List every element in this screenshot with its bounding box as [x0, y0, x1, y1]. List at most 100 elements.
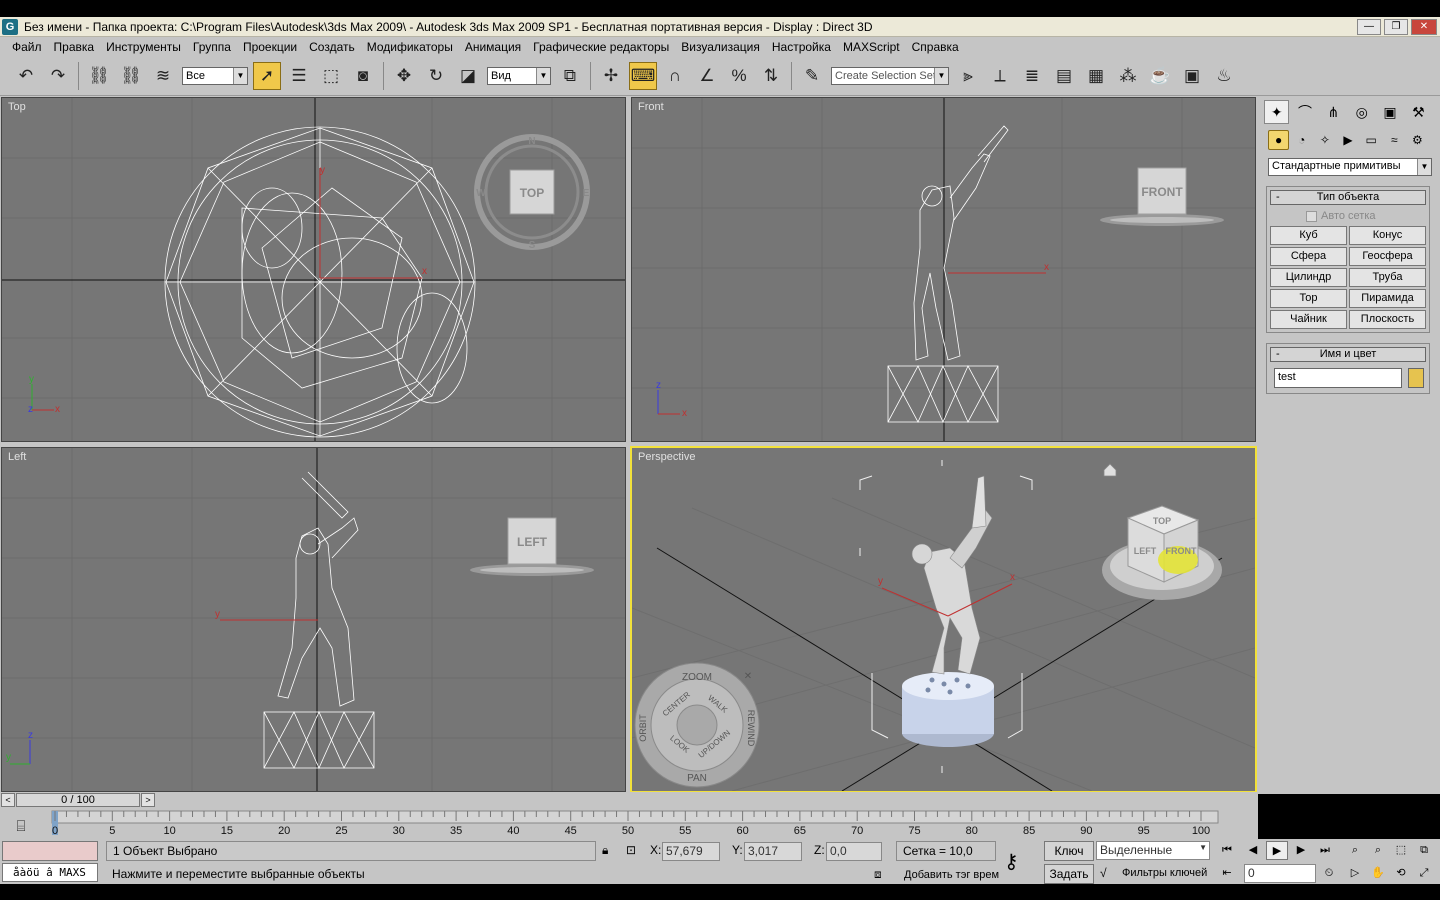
auto-key-button[interactable]: Ключ	[1044, 841, 1094, 861]
key-filters-button[interactable]: Фильтры ключей	[1122, 867, 1207, 879]
schematic-view-icon[interactable]: ▦	[1082, 62, 1110, 90]
undo-icon[interactable]: ↶	[12, 62, 40, 90]
viewport-left[interactable]: Left y z y LEFT	[1, 447, 626, 792]
minimize-button[interactable]: —	[1357, 18, 1381, 35]
rendered-frame-window-icon[interactable]: ▣	[1178, 62, 1206, 90]
modify-tab-icon[interactable]: ⌒	[1292, 100, 1317, 124]
keyboard-shortcut-toggle-icon[interactable]: ⌨	[629, 61, 657, 90]
x-coord-field[interactable]: 57,679	[662, 842, 720, 861]
pyramid-button[interactable]: Пирамида	[1349, 289, 1426, 308]
viewport-label[interactable]: Top	[8, 101, 26, 113]
absolute-mode-icon[interactable]: ⊡	[626, 843, 636, 857]
material-editor-icon[interactable]: ⁂	[1114, 62, 1142, 90]
go-to-end-icon[interactable]: ⏭	[1314, 841, 1336, 860]
menu-help[interactable]: Справка	[906, 40, 965, 54]
mirror-icon[interactable]: ⫸	[954, 62, 982, 90]
shapes-icon[interactable]: ◔	[1291, 130, 1312, 150]
sphere-button[interactable]: Сфера	[1270, 247, 1347, 266]
snaps-toggle-icon[interactable]: ∩	[661, 62, 689, 90]
time-tag-icon[interactable]: ⧈	[874, 867, 882, 882]
key-filters-icon[interactable]: √	[1100, 866, 1107, 880]
select-and-move-icon[interactable]: ✥	[390, 62, 418, 90]
align-icon[interactable]: ⟂	[986, 62, 1014, 90]
viewport-label[interactable]: Front	[638, 101, 664, 113]
window-crossing-icon[interactable]: ◙	[349, 62, 377, 90]
motion-tab-icon[interactable]: ◎	[1349, 100, 1374, 124]
spinner-snap-icon[interactable]: ⇅	[757, 62, 785, 90]
maximize-viewport-icon[interactable]: ⤢	[1413, 864, 1435, 883]
close-button[interactable]: ✕	[1411, 18, 1437, 35]
cylinder-button[interactable]: Цилиндр	[1270, 268, 1347, 287]
menu-customize[interactable]: Настройка	[766, 40, 837, 54]
current-frame-field[interactable]: 0	[1244, 864, 1316, 883]
lock-selection-icon[interactable]: 🔒︎	[602, 843, 608, 858]
zoom-icon[interactable]: ⌕	[1344, 841, 1366, 860]
menu-tools[interactable]: Инструменты	[100, 40, 187, 54]
perspective-viewcube[interactable]: TOP LEFT FRONT	[1102, 505, 1222, 600]
tube-button[interactable]: Труба	[1349, 268, 1426, 287]
z-coord-field[interactable]: 0,0	[826, 842, 882, 861]
helpers-icon[interactable]: ▭	[1361, 130, 1382, 150]
selection-filter-dropdown[interactable]: Все ▼	[182, 66, 248, 85]
menu-modifiers[interactable]: Модификаторы	[361, 40, 459, 54]
viewport-top[interactable]: Top y x y x z TOP N S W E	[1, 97, 626, 442]
systems-icon[interactable]: ⚙	[1407, 130, 1428, 150]
play-icon[interactable]: ▶	[1266, 841, 1288, 860]
time-config-icon[interactable]: ⏲	[1318, 864, 1340, 883]
box-button[interactable]: Куб	[1270, 226, 1347, 245]
select-and-link-icon[interactable]: ⛓	[85, 62, 113, 90]
geometry-icon[interactable]: ●	[1268, 130, 1290, 150]
front-viewcube[interactable]: FRONT	[1100, 167, 1224, 226]
menu-maxscript[interactable]: MAXScript	[837, 40, 906, 54]
plane-button[interactable]: Плоскость	[1349, 310, 1426, 329]
select-and-manipulate-icon[interactable]: ✢	[597, 62, 625, 90]
menu-graph-editors[interactable]: Графические редакторы	[527, 40, 675, 54]
cone-button[interactable]: Конус	[1349, 226, 1426, 245]
previous-frame-icon[interactable]: ◀	[1242, 841, 1264, 860]
viewport-label[interactable]: Left	[8, 451, 26, 463]
select-and-scale-icon[interactable]: ◪	[454, 62, 482, 90]
steering-wheel[interactable]: ZOOM ORBIT REWIND PAN CENTER WALK LOOK U…	[634, 662, 760, 788]
angle-snap-icon[interactable]: ∠	[693, 62, 721, 90]
next-frame-icon[interactable]: ▶	[1290, 841, 1312, 860]
curve-editor-icon[interactable]: ▤	[1050, 62, 1078, 90]
create-tab-icon[interactable]: ✦	[1264, 100, 1290, 124]
menu-edit[interactable]: Правка	[48, 40, 101, 54]
key-icon[interactable]: ⚷	[1004, 849, 1019, 874]
select-by-name-icon[interactable]: ☰	[285, 62, 313, 90]
y-coord-field[interactable]: 3,017	[744, 842, 802, 861]
rectangular-selection-icon[interactable]: ⬚	[317, 62, 345, 90]
left-viewcube[interactable]: LEFT	[470, 517, 594, 576]
zoom-all-icon[interactable]: ⌕	[1367, 841, 1389, 860]
render-setup-icon[interactable]: ☕	[1146, 62, 1174, 90]
cameras-icon[interactable]: ▶	[1337, 130, 1358, 150]
viewport-label[interactable]: Perspective	[638, 451, 695, 463]
object-color-swatch[interactable]	[1408, 368, 1424, 388]
primitive-category-dropdown[interactable]: Стандартные примитивы ▼	[1268, 158, 1432, 176]
bind-space-warp-icon[interactable]: ≋	[149, 62, 177, 90]
torus-button[interactable]: Тор	[1270, 289, 1347, 308]
set-key-button[interactable]: Задать	[1044, 864, 1094, 884]
track-bar[interactable]: ⌸ 0 5 10 15 20 25 30 35 40 45 50 55 60 65 70 75 80 85 90 95…	[0, 809, 1258, 839]
menu-rendering[interactable]: Визуализация	[675, 40, 766, 54]
pan-view-icon[interactable]: ✋	[1367, 864, 1389, 883]
object-name-field[interactable]: test	[1274, 368, 1402, 388]
maxscript-mini-listener[interactable]: åàöü â MAXS	[2, 863, 98, 882]
home-icon[interactable]	[1103, 463, 1117, 477]
autogrid-checkbox[interactable]: Авто сетка	[1270, 207, 1426, 225]
space-warps-icon[interactable]: ≈	[1384, 130, 1405, 150]
named-selection-dropdown[interactable]: Create Selection Set ▼	[831, 66, 949, 85]
select-and-rotate-icon[interactable]: ↻	[422, 62, 450, 90]
zoom-extents-icon[interactable]: ⬚	[1390, 841, 1412, 860]
menu-views[interactable]: Проекции	[237, 40, 303, 54]
percent-snap-icon[interactable]: %	[725, 62, 753, 90]
key-mode-dropdown[interactable]: Выделенные ▼	[1096, 841, 1210, 860]
redo-icon[interactable]: ↷	[44, 62, 72, 90]
maxscript-listener-box[interactable]	[2, 841, 98, 861]
layer-manager-icon[interactable]: ≣	[1018, 62, 1046, 90]
time-slider[interactable]: 0 / 100	[16, 793, 140, 807]
object-type-rollout-header[interactable]: - Тип объекта	[1270, 190, 1426, 205]
select-object-icon[interactable]: ➚	[253, 61, 281, 90]
key-mode-toggle-icon[interactable]: ⇤	[1216, 864, 1238, 883]
edit-named-selections-icon[interactable]: ✎	[798, 62, 826, 90]
